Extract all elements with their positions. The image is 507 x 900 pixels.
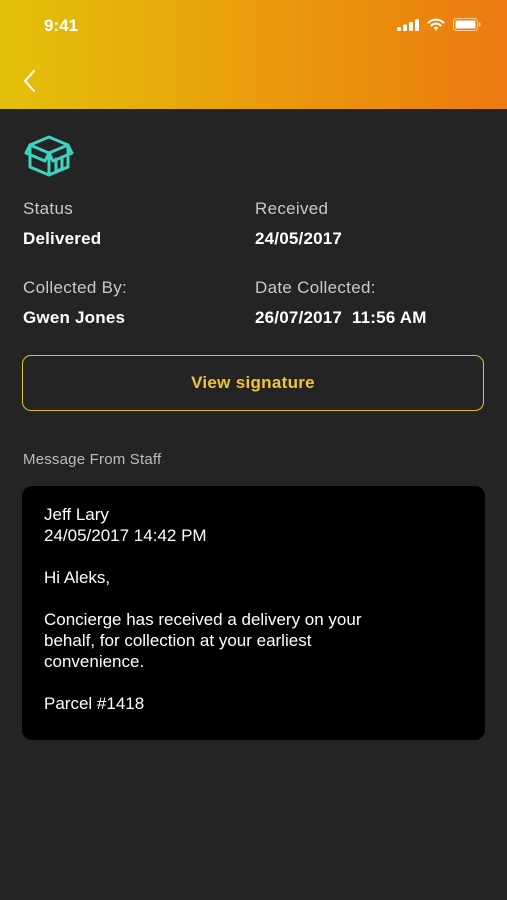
status-label: Status — [23, 199, 73, 218]
message-body-line: Concierge has received a delivery on you… — [44, 610, 362, 629]
collected-by-label: Collected By: — [23, 278, 128, 297]
status-field: Status Delivered — [23, 199, 101, 249]
header-bar: 9:41 — [0, 0, 507, 109]
message-heading: Message From Staff — [23, 451, 162, 468]
status-bar: 9:41 — [0, 0, 507, 50]
collected-by-value: Gwen Jones — [23, 308, 126, 327]
received-label: Received — [255, 199, 329, 218]
message-sender: Jeff Lary — [44, 505, 109, 524]
wifi-icon — [427, 18, 445, 31]
date-collected-value: 26/07/2017 11:56 AM — [255, 308, 427, 327]
message-parcel-number: Parcel #1418 — [44, 694, 145, 713]
status-time: 9:41 — [44, 16, 79, 35]
message-timestamp: 24/05/2017 14:42 PM — [44, 526, 207, 545]
message-body-line: behalf, for collection at your earliest — [44, 631, 312, 650]
message-greeting: Hi Aleks, — [44, 568, 111, 587]
package-box-icon — [24, 135, 74, 177]
received-value: 24/05/2017 — [255, 229, 343, 248]
collected-by-field: Collected By: Gwen Jones — [23, 278, 127, 328]
status-value: Delivered — [23, 229, 102, 248]
chevron-left-icon — [24, 70, 35, 92]
staff-message-card: Jeff Lary 24/05/2017 14:42 PM Hi Aleks, … — [22, 486, 485, 740]
signal-icon — [397, 18, 419, 31]
view-signature-button[interactable]: View signature — [22, 355, 484, 411]
date-collected-label: Date Collected: — [255, 278, 376, 297]
date-collected-field: Date Collected: 26/07/2017 11:56 AM — [255, 278, 427, 328]
message-body-line: convenience. — [44, 652, 145, 671]
back-button[interactable] — [14, 64, 44, 98]
battery-icon — [453, 18, 481, 31]
received-field: Received 24/05/2017 — [255, 199, 342, 249]
status-icons — [397, 18, 481, 31]
